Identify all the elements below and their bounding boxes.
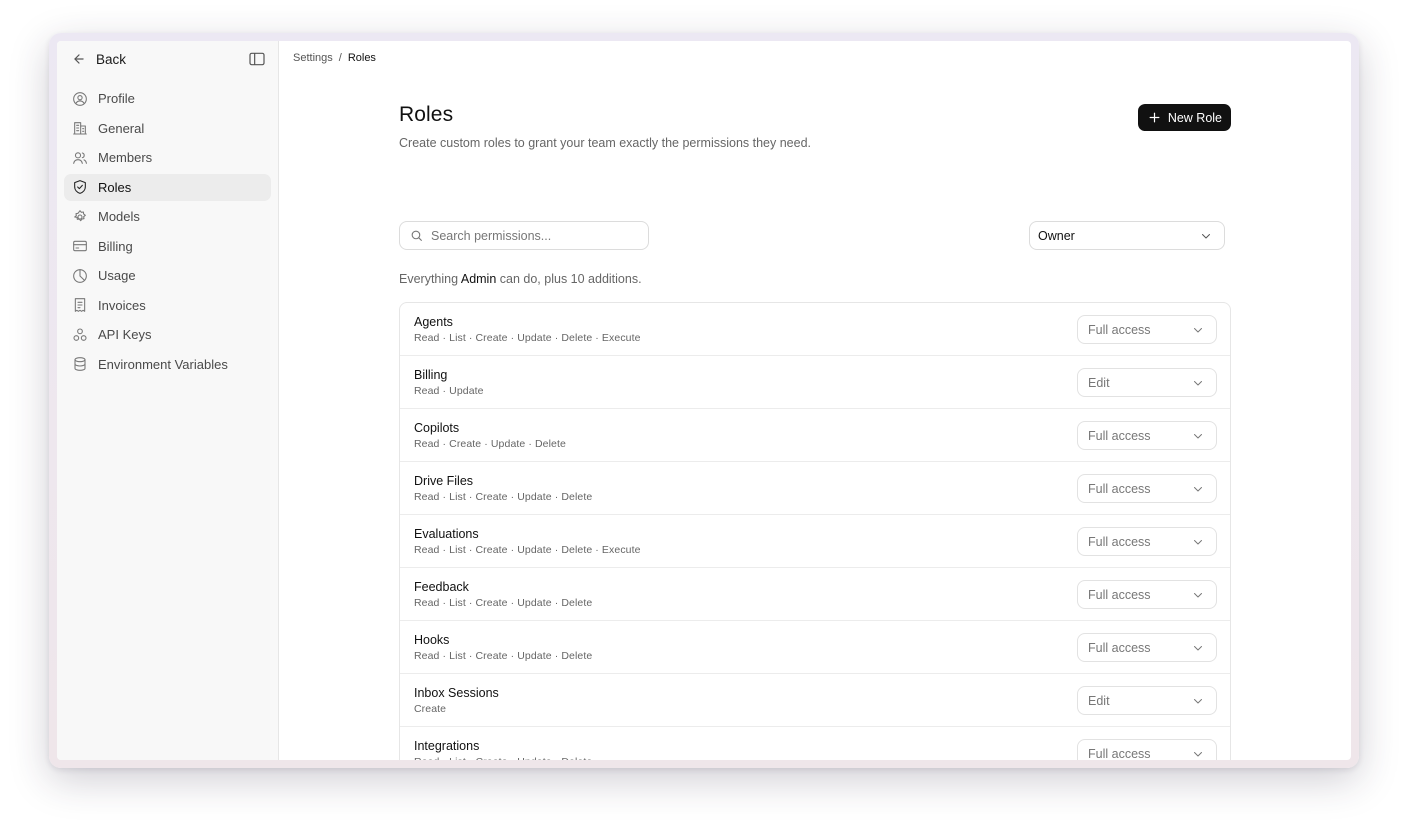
access-level-value: Full access (1088, 322, 1151, 337)
users-icon (72, 150, 88, 166)
access-level-value: Edit (1088, 693, 1110, 708)
sidebar-header: Back (64, 41, 271, 77)
permission-row: Drive Files Read · List · Create · Update… (400, 462, 1230, 515)
arrow-left-icon (72, 52, 86, 66)
breadcrumb-current: Roles (347, 52, 376, 64)
credit-card-icon (72, 238, 88, 254)
access-level-select[interactable]: Full access (1077, 474, 1217, 503)
chevron-down-icon (1192, 430, 1204, 442)
shield-check-icon (72, 179, 88, 195)
back-button[interactable]: Back (72, 52, 126, 67)
search-input[interactable] (431, 228, 631, 243)
sidebar-toggle-icon[interactable] (249, 52, 265, 66)
chevron-down-icon (1192, 695, 1204, 707)
role-select-value: Owner (1038, 228, 1075, 243)
sidebar-item-invoices[interactable]: Invoices (64, 292, 271, 320)
app-window: Back Profile General Members Roles Models Bil… (57, 41, 1351, 760)
sidebar-item-usage[interactable]: Usage (64, 262, 271, 290)
breadcrumb-settings[interactable]: Settings (293, 52, 333, 64)
sidebar: Back Profile General Members Roles Models Bil… (57, 41, 279, 760)
search-box[interactable] (399, 221, 649, 250)
database-icon (72, 356, 88, 372)
access-level-value: Edit (1088, 375, 1110, 390)
permission-row: Agents Read · List · Create · Update · De… (400, 303, 1230, 356)
sidebar-item-roles[interactable]: Roles (64, 173, 271, 201)
permission-row: Inbox Sessions Create Edit (400, 674, 1230, 727)
chevron-down-icon (1192, 377, 1204, 389)
sidebar-item-label: Roles (98, 179, 132, 195)
access-level-select[interactable]: Full access (1077, 739, 1217, 760)
sidebar-item-api-keys[interactable]: API Keys (64, 321, 271, 349)
breadcrumb: Settings / Roles (293, 52, 376, 64)
access-level-select[interactable]: Edit (1077, 686, 1217, 715)
access-level-value: Full access (1088, 746, 1151, 761)
receipt-icon (72, 297, 88, 313)
access-level-select[interactable]: Full access (1077, 633, 1217, 662)
sidebar-item-environment-variables[interactable]: Environment Variables (64, 351, 271, 379)
new-role-label: New Role (1167, 110, 1222, 125)
access-level-value: Full access (1088, 481, 1151, 496)
sidebar-item-label: Environment Variables (98, 356, 228, 372)
access-level-value: Full access (1088, 534, 1151, 549)
access-level-value: Full access (1088, 587, 1151, 602)
sidebar-nav: Profile General Members Roles Models Billing U… (64, 85, 271, 378)
breadcrumb-separator: / (338, 52, 342, 64)
permission-row: Evaluations Read · List · Create · Update… (400, 515, 1230, 568)
sidebar-item-billing[interactable]: Billing (64, 233, 271, 261)
sidebar-item-label: General (98, 120, 145, 136)
access-level-select[interactable]: Edit (1077, 368, 1217, 397)
access-level-value: Full access (1088, 428, 1151, 443)
sidebar-item-label: Models (98, 209, 140, 225)
cpu-icon (72, 209, 88, 225)
inherit-suffix: can do, plus 10 additions. (499, 272, 642, 286)
sidebar-item-members[interactable]: Members (64, 144, 271, 172)
inherit-prefix: Everything (399, 272, 459, 286)
access-level-select[interactable]: Full access (1077, 527, 1217, 556)
sidebar-item-label: Billing (98, 238, 133, 254)
sidebar-item-label: Members (98, 150, 153, 166)
pie-chart-icon (72, 268, 88, 284)
new-role-button[interactable]: New Role (1137, 104, 1231, 131)
plus-icon (1148, 111, 1161, 124)
sidebar-item-label: API Keys (98, 327, 152, 343)
main-panel: Settings / Roles Roles Create custom rol… (279, 41, 1351, 760)
sidebar-item-general[interactable]: General (64, 115, 271, 143)
permission-row: Copilots Read · Create · Update · Delete F… (400, 409, 1230, 462)
page-subtitle: Create custom roles to grant your team e… (399, 136, 811, 150)
sidebar-item-label: Profile (98, 91, 135, 107)
chevron-down-icon (1192, 536, 1204, 548)
user-circle-icon (72, 91, 88, 107)
role-select[interactable]: Owner (1029, 221, 1225, 250)
roles-content: Roles Create custom roles to grant your … (399, 103, 1231, 760)
permission-row: Hooks Read · List · Create · Update · Del… (400, 621, 1230, 674)
chevron-down-icon (1200, 230, 1212, 242)
key-nodes-icon (72, 327, 88, 343)
chevron-down-icon (1192, 748, 1204, 760)
access-level-select[interactable]: Full access (1077, 315, 1217, 344)
access-level-value: Full access (1088, 640, 1151, 655)
sidebar-item-label: Invoices (98, 297, 146, 313)
permission-row: IntegrationsRead · List · Create · Updat… (400, 727, 1230, 760)
chevron-down-icon (1192, 483, 1204, 495)
sidebar-item-models[interactable]: Models (64, 203, 271, 231)
inherit-role: Admin (460, 272, 497, 286)
back-label: Back (96, 51, 127, 67)
chevron-down-icon (1192, 589, 1204, 601)
permission-row: Billing Read · Update Edit (400, 356, 1230, 409)
access-level-select[interactable]: Full access (1077, 580, 1217, 609)
permissions-list: Agents Read · List · Create · Update · De… (399, 302, 1231, 760)
search-icon (410, 229, 423, 242)
access-level-select[interactable]: Full access (1077, 421, 1217, 450)
chevron-down-icon (1192, 642, 1204, 654)
sidebar-item-profile[interactable]: Profile (64, 85, 271, 113)
permission-row: Feedback Read · List · Create · Update · … (400, 568, 1230, 621)
page-title: Roles (399, 103, 454, 126)
sidebar-item-label: Usage (98, 268, 136, 284)
inherit-note: Everything Admin can do, plus 10 additio… (399, 272, 642, 286)
chevron-down-icon (1192, 324, 1204, 336)
building-icon (72, 120, 88, 136)
permissions-toolbar: Owner (399, 221, 1231, 251)
